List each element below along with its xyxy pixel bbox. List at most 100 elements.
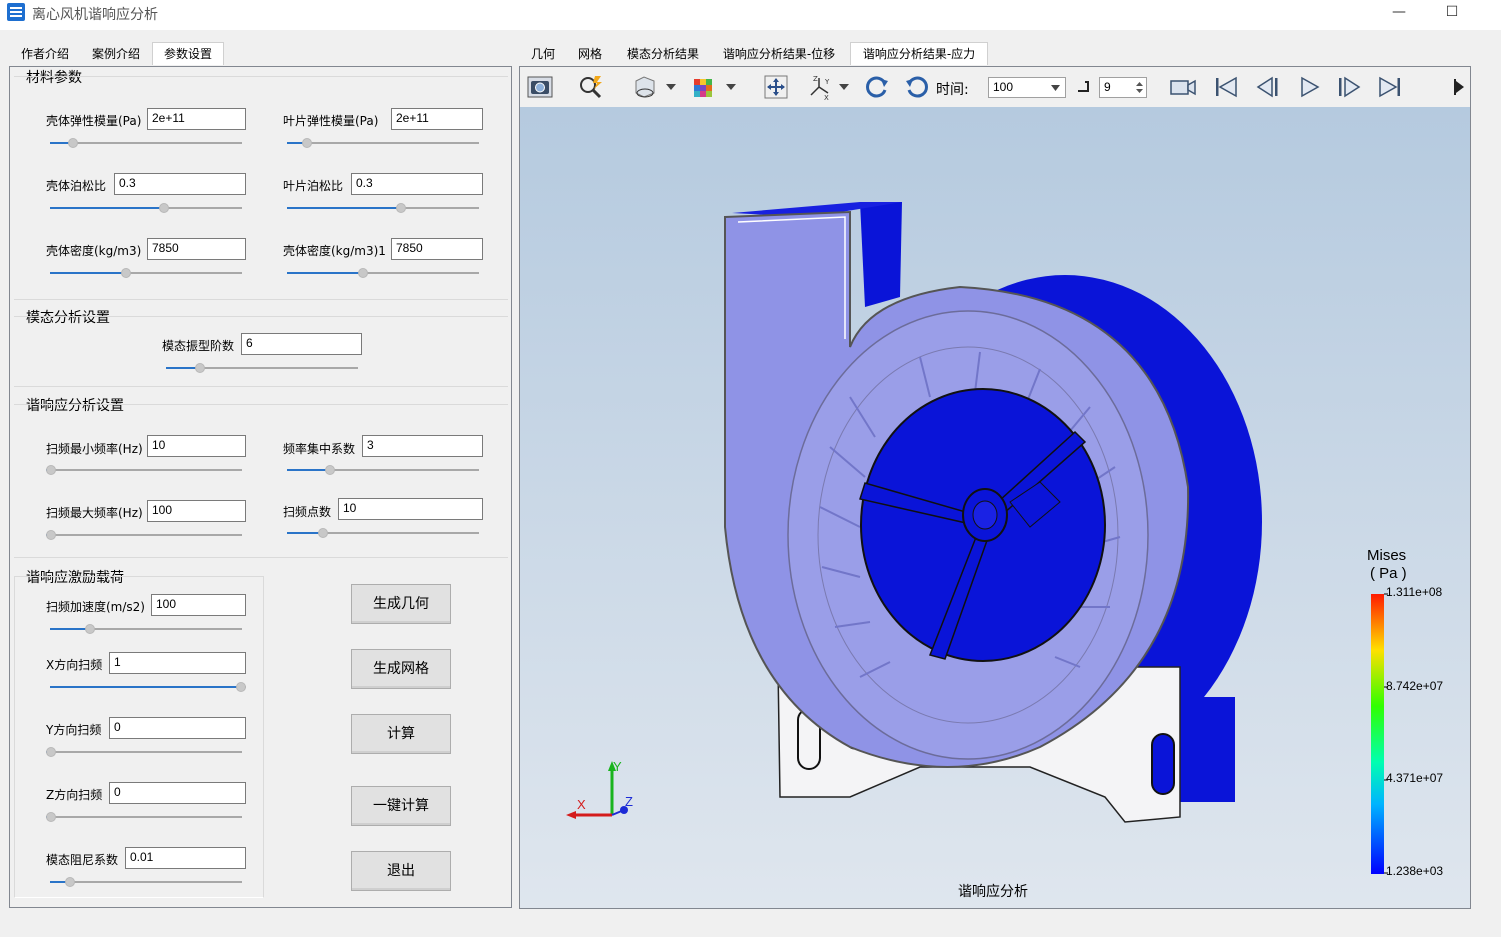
legend-title: Mises: [1367, 547, 1407, 564]
sweep-points-slider[interactable]: [287, 527, 479, 539]
divider: [14, 316, 508, 317]
blade-modulus-input[interactable]: 2e+11: [391, 108, 483, 130]
label-shell-modulus: 壳体弹性模量(Pa): [46, 114, 142, 128]
freq-concentration-input[interactable]: 3: [362, 435, 483, 457]
toolbar-overflow-icon[interactable]: [1454, 79, 1466, 95]
freq-concentration-slider[interactable]: [287, 464, 479, 476]
blade-modulus-slider[interactable]: [287, 137, 479, 149]
freq-max-slider[interactable]: [46, 529, 242, 541]
label-blade-poisson: 叶片泊松比: [283, 179, 344, 193]
freq-min-input[interactable]: 10: [147, 435, 246, 457]
exit-button[interactable]: 退出: [351, 851, 451, 891]
play-icon[interactable]: [1295, 73, 1323, 101]
tab-modal-results[interactable]: 模态分析结果: [620, 43, 706, 65]
mode-count-slider[interactable]: [166, 362, 358, 374]
shell-density-1-input[interactable]: 7850: [391, 238, 483, 260]
camera-icon[interactable]: [526, 73, 554, 101]
svg-text:Y: Y: [824, 78, 830, 86]
y-sweep-input[interactable]: 0: [109, 717, 246, 739]
zoom-fit-icon[interactable]: [577, 73, 605, 101]
label-blade-modulus: 叶片弹性模量(Pa): [283, 114, 379, 128]
shell-modulus-input[interactable]: 2e+11: [147, 108, 246, 130]
label-y-sweep: Y方向扫频: [46, 723, 102, 737]
label-x-sweep: X方向扫频: [46, 658, 103, 672]
shell-density-slider[interactable]: [50, 267, 242, 279]
first-frame-icon[interactable]: [1212, 73, 1240, 101]
tab-parameters[interactable]: 参数设置: [152, 42, 224, 65]
3d-viewport[interactable]: Y X Z Mises ( Pa ) 1.311e+08 8.742e+07 4…: [520, 107, 1470, 908]
fan-model: Y X Z: [566, 202, 1388, 874]
label-shell-density: 壳体密度(kg/m3): [46, 244, 142, 258]
axis-label-y: Y: [613, 759, 622, 774]
last-frame-icon[interactable]: [1376, 73, 1404, 101]
spin-arrows-icon: [1136, 82, 1143, 93]
divider: [14, 404, 508, 405]
shell-density-input[interactable]: 7850: [147, 238, 246, 260]
axis-label-x: X: [577, 797, 586, 812]
rotate-cw-icon[interactable]: [863, 73, 891, 101]
z-sweep-slider[interactable]: [46, 811, 242, 823]
modal-damping-slider[interactable]: [50, 876, 242, 888]
generate-mesh-button[interactable]: 生成网格: [351, 649, 451, 689]
divider: [14, 386, 508, 387]
chevron-down-icon: [1051, 85, 1060, 91]
label-freq-min: 扫频最小频率(Hz): [46, 442, 143, 456]
shell-poisson-input[interactable]: 0.3: [114, 173, 246, 195]
label-shell-poisson: 壳体泊松比: [46, 179, 107, 193]
tab-geometry[interactable]: 几何: [524, 43, 562, 65]
one-click-compute-button[interactable]: 一键计算: [351, 786, 451, 826]
x-sweep-input[interactable]: 1: [109, 652, 246, 674]
chevron-down-icon[interactable]: [839, 83, 849, 91]
legend-max-label: 1.311e+08: [1386, 585, 1443, 599]
viewer-toolbar: Z Y X 时间: 100 9: [520, 67, 1470, 107]
axis-label-z: Z: [625, 794, 633, 809]
compute-button[interactable]: 计算: [351, 714, 451, 754]
time-label: 时间:: [936, 82, 969, 98]
blade-poisson-slider[interactable]: [287, 202, 479, 214]
previous-frame-icon[interactable]: [1254, 73, 1282, 101]
chevron-down-icon[interactable]: [726, 83, 736, 91]
app-icon: [7, 3, 25, 21]
label-sweep-accel: 扫频加速度(m/s2): [46, 600, 145, 614]
time-select[interactable]: 100: [988, 77, 1066, 98]
shell-density-1-slider[interactable]: [287, 267, 479, 279]
pan-icon[interactable]: [762, 73, 790, 101]
label-shell-density-1: 壳体密度(kg/m3)1: [283, 244, 386, 258]
record-video-icon[interactable]: [1169, 73, 1197, 101]
window-title: 离心风机谐响应分析: [32, 7, 158, 23]
mode-count-input[interactable]: 6: [241, 333, 362, 355]
chevron-down-icon[interactable]: [666, 83, 676, 91]
y-sweep-slider[interactable]: [46, 746, 242, 758]
view-style-icon[interactable]: [630, 73, 658, 101]
step-spinbox[interactable]: 9: [1099, 77, 1147, 98]
color-map-icon[interactable]: [690, 73, 718, 101]
axes-view-icon[interactable]: Z Y X: [805, 73, 833, 101]
maximize-button[interactable]: ☐: [1440, 3, 1464, 23]
tab-author[interactable]: 作者介绍: [14, 43, 76, 65]
tab-harmonic-displacement[interactable]: 谐响应分析结果-位移: [716, 43, 842, 65]
minimize-button[interactable]: —: [1387, 3, 1411, 23]
sweep-accel-input[interactable]: 100: [151, 594, 246, 616]
freq-max-input[interactable]: 100: [147, 500, 246, 522]
tab-harmonic-stress[interactable]: 谐响应分析结果-应力: [850, 42, 988, 65]
tab-case[interactable]: 案例介绍: [85, 43, 147, 65]
generate-geometry-button[interactable]: 生成几何: [351, 584, 451, 624]
shell-poisson-slider[interactable]: [50, 202, 242, 214]
sweep-points-input[interactable]: 10: [338, 498, 483, 520]
sweep-accel-slider[interactable]: [50, 623, 242, 635]
next-frame-icon[interactable]: [1335, 73, 1363, 101]
tab-mesh[interactable]: 网格: [570, 43, 610, 65]
z-sweep-input[interactable]: 0: [109, 782, 246, 804]
rotate-ccw-icon[interactable]: [903, 73, 931, 101]
freq-min-slider[interactable]: [46, 464, 242, 476]
modal-damping-input[interactable]: 0.01: [125, 847, 246, 869]
blade-poisson-input[interactable]: 0.3: [351, 173, 483, 195]
step-icon: [1078, 81, 1089, 92]
time-select-value: 100: [993, 80, 1014, 94]
shell-modulus-slider[interactable]: [50, 137, 242, 149]
label-freq-max: 扫频最大频率(Hz): [46, 506, 143, 520]
x-sweep-slider[interactable]: [50, 681, 246, 693]
group-title-modal: 模态分析设置: [26, 310, 110, 326]
svg-text:Z: Z: [813, 75, 818, 83]
legend-color-bar: [1371, 594, 1384, 874]
